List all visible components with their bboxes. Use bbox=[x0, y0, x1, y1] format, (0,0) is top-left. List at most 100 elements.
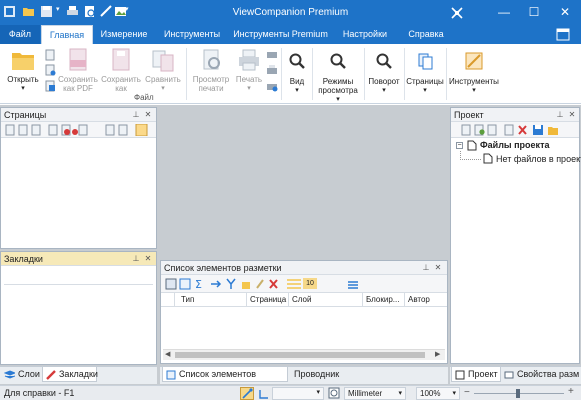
markup-toolbar: Σ 10 bbox=[161, 275, 447, 293]
layers-icon bbox=[4, 370, 15, 379]
pages-button[interactable]: Страницы ▾ bbox=[405, 47, 445, 95]
scroll-left-icon[interactable]: ◀ bbox=[165, 350, 170, 358]
snap-button[interactable] bbox=[240, 387, 254, 400]
tree-root[interactable]: Файлы проекта bbox=[480, 140, 549, 150]
pin-icon[interactable]: ⊥ bbox=[131, 253, 141, 265]
markup-panel-header: Список элементов разметки bbox=[161, 261, 447, 275]
tab-file[interactable]: Файл bbox=[0, 25, 40, 44]
pin-icon[interactable]: ⊥ bbox=[555, 109, 565, 121]
close-button[interactable]: ✕ bbox=[550, 0, 580, 25]
bookmarks-list-header bbox=[4, 269, 153, 285]
tab-home[interactable]: Главная bbox=[41, 25, 93, 44]
bottom-tab-bar: Список элементов разметки Проводник bbox=[160, 366, 448, 394]
layers-icon[interactable] bbox=[347, 278, 359, 290]
zoom-slider-thumb[interactable] bbox=[516, 389, 520, 398]
zoom-select[interactable]: 100% ▾ bbox=[416, 387, 460, 400]
chevron-down-icon: ▾ bbox=[295, 87, 299, 94]
open-button[interactable]: Открыть ▾ bbox=[4, 47, 42, 93]
close-panel-icon[interactable]: ✕ bbox=[433, 262, 443, 274]
tab-bookmarks[interactable]: Закладки bbox=[42, 367, 98, 382]
tab-markup-list[interactable]: Список элементов разметки bbox=[162, 367, 288, 394]
bookmark-icon bbox=[46, 370, 56, 380]
tab-help[interactable]: Справка bbox=[398, 25, 454, 44]
app-icon bbox=[3, 5, 16, 18]
column-header[interactable]: Автор bbox=[405, 293, 447, 307]
zoom-out-button[interactable]: − bbox=[464, 387, 470, 398]
print-button[interactable]: Печать ▾ bbox=[234, 47, 264, 93]
magnifier-icon bbox=[329, 52, 347, 70]
tab-properties[interactable]: Свойства разм... bbox=[501, 367, 580, 382]
column-header[interactable]: Страница bbox=[247, 293, 289, 307]
close-panel-icon[interactable]: ✕ bbox=[143, 109, 153, 121]
chevron-down-icon: ▾ bbox=[452, 390, 456, 397]
layer-select[interactable]: ▾ bbox=[272, 387, 324, 400]
ribbon-layout-icon[interactable] bbox=[556, 28, 570, 41]
save-icon[interactable] bbox=[40, 5, 53, 18]
document-icon bbox=[467, 140, 477, 151]
project-toolbar-icons[interactable] bbox=[461, 124, 576, 136]
measure-icon[interactable] bbox=[100, 5, 113, 18]
batch-print-icon[interactable] bbox=[266, 64, 278, 78]
tree-empty-item[interactable]: Нет файлов в проекте bbox=[496, 154, 581, 164]
units-select[interactable]: Millimeter ▾ bbox=[344, 387, 406, 400]
markup-toolbar-icons[interactable]: Σ bbox=[165, 278, 315, 290]
minimize-button[interactable]: — bbox=[489, 0, 519, 25]
dock-icon[interactable] bbox=[450, 6, 464, 20]
tab-tools[interactable]: Инструменты bbox=[155, 25, 229, 44]
save-pdf-button[interactable]: Сохранить как PDF bbox=[58, 47, 98, 93]
tab-measure[interactable]: Измерение bbox=[93, 25, 155, 44]
print-preview-icon[interactable] bbox=[83, 5, 96, 18]
magnifier-icon bbox=[375, 52, 393, 70]
compare-icon bbox=[150, 47, 176, 73]
merge-doc-icon[interactable] bbox=[44, 80, 56, 94]
pages-toolbar-icons[interactable] bbox=[5, 124, 155, 136]
ortho-icon[interactable] bbox=[258, 388, 270, 400]
compare-button[interactable]: Сравнить ▾ bbox=[143, 47, 183, 93]
scroll-right-icon[interactable]: ▶ bbox=[435, 350, 440, 358]
collapse-icon[interactable]: − bbox=[456, 142, 463, 149]
pin-icon[interactable]: ⊥ bbox=[421, 262, 431, 274]
print-setup-icon[interactable] bbox=[266, 48, 278, 62]
ruler-icon bbox=[465, 52, 483, 70]
close-panel-icon[interactable]: ✕ bbox=[143, 253, 153, 265]
open-folder-icon[interactable] bbox=[22, 5, 35, 18]
tab-tools-premium[interactable]: Инструменты Premium bbox=[229, 25, 332, 44]
column-header[interactable]: Слой bbox=[289, 293, 363, 307]
plot-icon[interactable] bbox=[266, 80, 278, 94]
horizontal-scrollbar[interactable]: ◀ ▶ bbox=[163, 349, 445, 360]
view-button[interactable]: Вид ▾ bbox=[284, 47, 310, 95]
tools-button[interactable]: Инструменты ▾ bbox=[447, 47, 501, 95]
view-modes-button[interactable]: Режимы просмотра ▾ bbox=[313, 47, 363, 104]
scrollbar-thumb[interactable] bbox=[175, 352, 425, 358]
new-doc-icon[interactable] bbox=[44, 64, 56, 78]
print-preview-button[interactable]: Просмотр печати bbox=[190, 47, 232, 93]
pin-icon[interactable]: ⊥ bbox=[131, 109, 141, 121]
project-panel: Проект ⊥ ✕ − Файлы проекта Нет файлов в … bbox=[450, 107, 581, 364]
markup-panel: Список элементов разметки ⊥ ✕ Σ 10 Тип С… bbox=[160, 260, 448, 364]
rotate-button[interactable]: Поворот ▾ bbox=[365, 47, 403, 95]
tab-layers[interactable]: Слои bbox=[2, 367, 42, 382]
tab-project[interactable]: Проект bbox=[451, 367, 501, 382]
pages-toolbar bbox=[1, 122, 156, 138]
chevron-down-icon: ▾ bbox=[21, 85, 25, 92]
properties-icon bbox=[504, 371, 514, 379]
save-as-icon bbox=[108, 47, 134, 73]
zoom-in-button[interactable]: + bbox=[568, 386, 574, 397]
tab-explorer[interactable]: Проводник bbox=[288, 367, 348, 382]
close-panel-icon[interactable]: ✕ bbox=[567, 109, 577, 121]
tab-settings[interactable]: Настройки bbox=[332, 25, 398, 44]
print-icon[interactable] bbox=[66, 5, 79, 18]
column-header[interactable]: Блокир... bbox=[363, 293, 405, 307]
folder-icon bbox=[10, 47, 36, 73]
group-file-label: Файл bbox=[134, 93, 154, 102]
chevron-down-icon: ▾ bbox=[472, 87, 476, 94]
maximize-button[interactable]: ☐ bbox=[519, 0, 549, 25]
column-header[interactable]: Тип bbox=[175, 293, 247, 307]
chevron-down-icon: ▾ bbox=[161, 85, 165, 92]
ribbon: Открыть ▾ Сохранить как PDF Сохранить ка… bbox=[0, 44, 581, 104]
chevron-down-icon: ▾ bbox=[247, 85, 251, 92]
save-as-button[interactable]: Сохранить как bbox=[101, 47, 141, 93]
recent-icon[interactable] bbox=[44, 49, 56, 63]
qat-dropdown-icon[interactable]: ▾ bbox=[125, 5, 138, 18]
table-corner bbox=[161, 293, 175, 307]
